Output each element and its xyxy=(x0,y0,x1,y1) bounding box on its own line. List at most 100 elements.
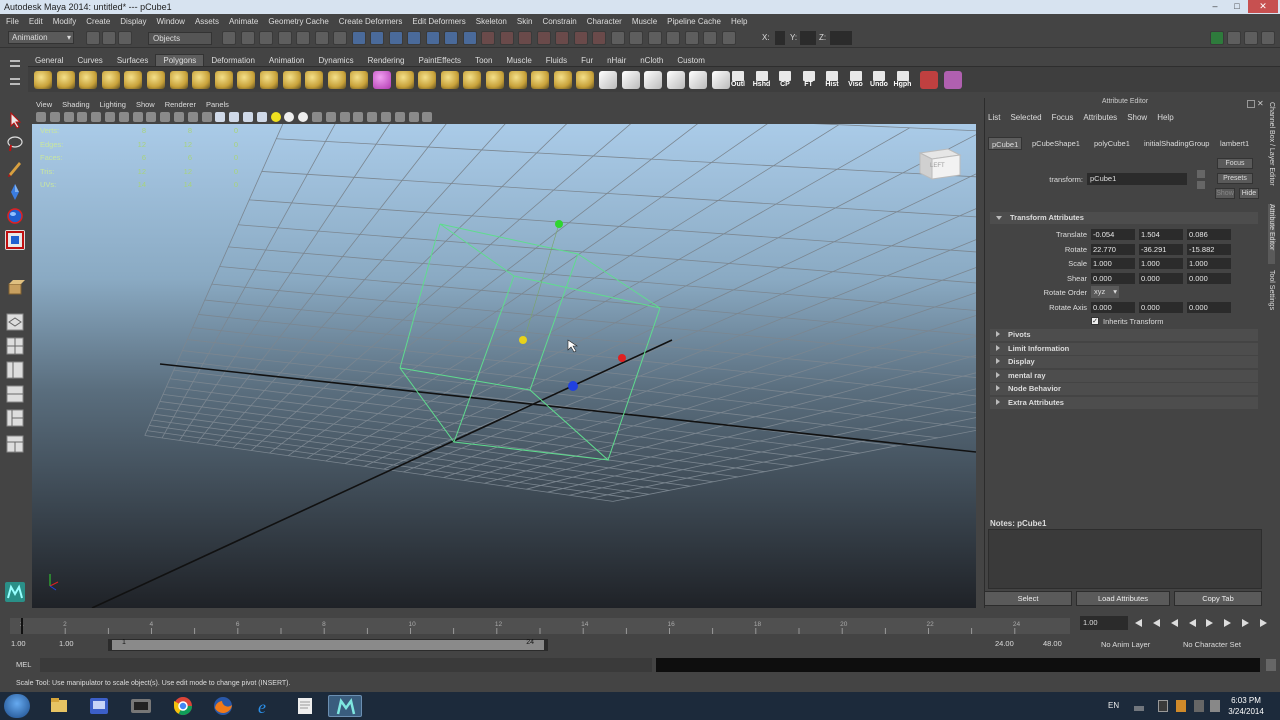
menu-pipeline-cache[interactable]: Pipeline Cache xyxy=(667,17,721,26)
play-backwards-icon[interactable] xyxy=(1186,617,1198,629)
node-tab-polycube1[interactable]: polyCube1 xyxy=(1091,137,1133,150)
motion-blur-icon[interactable] xyxy=(381,112,391,122)
clock[interactable]: 6:03 PM 3/24/2014 xyxy=(1226,695,1266,717)
shear-x-field[interactable]: 0.000 xyxy=(1091,272,1135,284)
symmetry-icon[interactable] xyxy=(703,31,717,45)
mask-misc-icon[interactable] xyxy=(407,31,421,45)
shelf-ft-button[interactable]: FT xyxy=(799,71,819,89)
shelf-tab-polygons[interactable]: Polygons xyxy=(155,54,205,66)
smooth-shade-icon[interactable] xyxy=(229,112,240,122)
menu-modify[interactable]: Modify xyxy=(53,17,77,26)
soft-select-icon[interactable] xyxy=(721,31,736,45)
close-button[interactable]: ✕ xyxy=(1248,0,1278,13)
viewport-menu-lighting[interactable]: Lighting xyxy=(100,100,126,109)
node-arrow-up-icon[interactable] xyxy=(1197,170,1205,178)
camera-attributes-icon[interactable] xyxy=(49,112,60,122)
menu-create[interactable]: Create xyxy=(86,17,110,26)
attr-menu-show[interactable]: Show xyxy=(1127,113,1147,122)
lock-selection-icon[interactable] xyxy=(425,31,440,45)
shelf-tab-ncloth[interactable]: nCloth xyxy=(633,55,670,66)
anim-layer-dropdown[interactable]: No Anim Layer xyxy=(1101,640,1150,649)
union-icon[interactable] xyxy=(395,71,414,89)
notes-textarea[interactable] xyxy=(988,529,1262,589)
node-tab-initialshadinggroup[interactable]: initialShadingGroup xyxy=(1141,137,1212,150)
snap-curve-icon[interactable] xyxy=(481,31,495,45)
section-display-header[interactable]: Display xyxy=(990,356,1258,368)
internet-explorer-icon[interactable]: e xyxy=(248,695,282,717)
translate-x-field[interactable]: -0.054 xyxy=(1091,229,1135,240)
gate-mask-icon[interactable] xyxy=(160,112,171,122)
two-d-pan-icon[interactable] xyxy=(91,112,102,122)
extract-icon[interactable] xyxy=(350,71,369,89)
shelf-tab-animation[interactable]: Animation xyxy=(262,55,312,66)
rotate-axis-y-field[interactable]: 0.000 xyxy=(1139,302,1183,313)
menu-skin[interactable]: Skin xyxy=(517,17,533,26)
grid-toggle-icon[interactable] xyxy=(118,112,129,122)
menu-display[interactable]: Display xyxy=(120,17,146,26)
snap-grid-icon[interactable] xyxy=(462,31,477,45)
viewport-menu-view[interactable]: View xyxy=(36,100,52,109)
step-forward-frame-icon[interactable] xyxy=(1222,617,1234,629)
shelf-tab-dynamics[interactable]: Dynamics xyxy=(311,55,360,66)
menu-animate[interactable]: Animate xyxy=(229,17,258,26)
select-component-icon[interactable] xyxy=(259,31,273,45)
quadrangulate-icon[interactable] xyxy=(644,71,663,89)
snap-view-plane-icon[interactable] xyxy=(518,31,532,45)
select-hierarchy-icon[interactable] xyxy=(222,31,236,45)
last-tool-icon[interactable] xyxy=(5,278,25,298)
viewport-menu-show[interactable]: Show xyxy=(136,100,155,109)
network-icon[interactable] xyxy=(1158,700,1168,712)
poly-helix-icon[interactable] xyxy=(237,71,256,89)
shelf-undo-button[interactable]: Undo xyxy=(869,71,889,89)
attr-menu-help[interactable]: Help xyxy=(1157,113,1173,122)
open-scene-icon[interactable] xyxy=(102,31,116,45)
focus-button[interactable]: Focus xyxy=(1217,158,1253,169)
playback-start-field[interactable]: 1.00 xyxy=(56,638,102,650)
section-extra-attributes-header[interactable]: Extra Attributes xyxy=(990,396,1258,409)
merge-icon[interactable] xyxy=(576,71,595,89)
render-settings-icon[interactable] xyxy=(666,31,680,45)
step-back-key-icon[interactable] xyxy=(1150,617,1162,629)
hide-button[interactable]: Hide xyxy=(1239,188,1259,199)
poly-plane-icon[interactable] xyxy=(124,71,143,89)
xray-joints-icon[interactable] xyxy=(339,112,350,122)
attribute-editor-toggle-icon[interactable] xyxy=(1227,31,1241,45)
xray-icon[interactable] xyxy=(325,112,336,122)
shear-y-field[interactable]: 0.000 xyxy=(1139,272,1183,284)
shelf-outl-button[interactable]: Outl xyxy=(728,71,748,89)
maya-taskbar-icon[interactable] xyxy=(328,695,362,717)
rotate-axis-x-field[interactable]: 0.000 xyxy=(1091,302,1135,313)
scale-tool-icon[interactable] xyxy=(5,230,25,250)
intersection-icon[interactable] xyxy=(440,71,459,89)
shelf-tab-surfaces[interactable]: Surfaces xyxy=(110,55,156,66)
manipulator-z-handle[interactable] xyxy=(568,381,578,391)
extrude-icon[interactable] xyxy=(508,71,527,89)
perspective-viewport[interactable] xyxy=(32,124,976,608)
hud-icon[interactable] xyxy=(422,112,433,122)
shelf-tab-deformation[interactable]: Deformation xyxy=(204,55,262,66)
menu-window[interactable]: Window xyxy=(157,17,185,26)
separate-icon[interactable] xyxy=(327,71,346,89)
selection-mask-dropdown[interactable]: Objects xyxy=(148,32,212,45)
play-forwards-icon[interactable] xyxy=(1204,617,1216,629)
make-live-icon[interactable] xyxy=(536,31,551,45)
cleanup-icon[interactable] xyxy=(689,71,708,89)
tool-settings-tab[interactable]: Tool Settings xyxy=(1268,270,1275,320)
command-input[interactable] xyxy=(40,658,652,672)
step-forward-key-icon[interactable] xyxy=(1240,617,1252,629)
channel-box-tab[interactable]: Channel Box / Layer Editor xyxy=(1268,102,1275,198)
rotate-order-dropdown[interactable]: xyz ▾ xyxy=(1091,286,1119,298)
render-view-icon[interactable] xyxy=(610,31,625,45)
combine-icon[interactable] xyxy=(305,71,324,89)
time-slider-track[interactable]: 124681012141618202224 xyxy=(10,618,1070,634)
transform-name-field[interactable]: pCube1 xyxy=(1087,173,1187,185)
resolution-gate-icon[interactable] xyxy=(146,112,157,122)
poly-cylinder-icon[interactable] xyxy=(79,71,98,89)
layout-persp-graph-icon[interactable] xyxy=(5,384,25,404)
use-all-lights-icon[interactable] xyxy=(270,112,281,122)
attr-menu-attributes[interactable]: Attributes xyxy=(1083,113,1117,122)
shelf-tab-muscle[interactable]: Muscle xyxy=(499,55,538,66)
reduce-icon[interactable] xyxy=(599,71,617,89)
shelf-cp-button[interactable]: CP xyxy=(775,71,795,89)
field-chart-icon[interactable] xyxy=(174,112,184,122)
